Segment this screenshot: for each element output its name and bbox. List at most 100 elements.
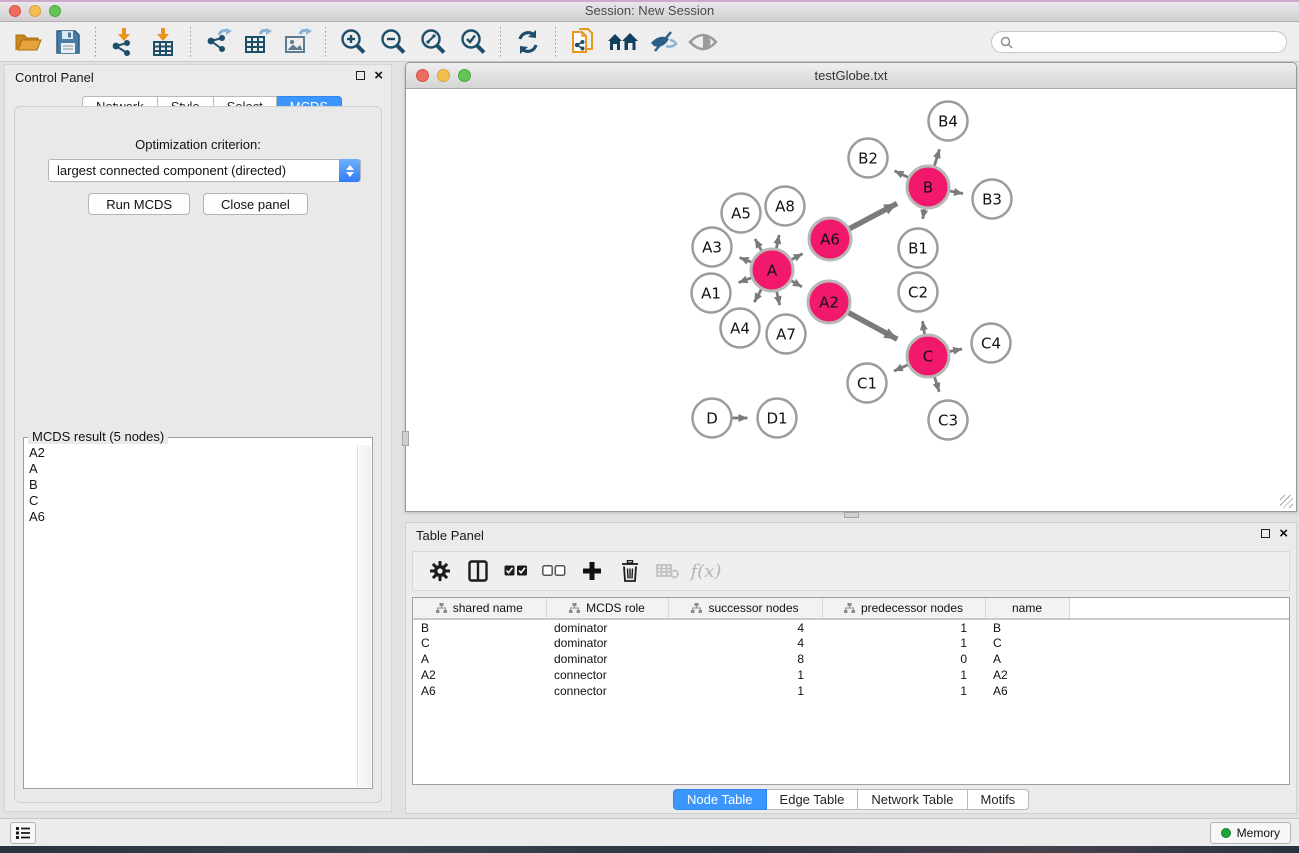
graph-node-C2[interactable]: C2 <box>899 273 938 312</box>
graph-edge-C-C3[interactable] <box>935 377 940 392</box>
graph-node-B2[interactable]: B2 <box>849 139 888 178</box>
graph-node-A[interactable]: A <box>751 249 793 291</box>
graph-node-A1[interactable]: A1 <box>692 274 731 313</box>
search-input[interactable] <box>991 31 1287 53</box>
vizmapper-button[interactable] <box>643 26 683 58</box>
resize-grip[interactable] <box>1280 495 1293 508</box>
graph-edge-A-A6[interactable] <box>791 254 802 260</box>
graph-edge-A-A3[interactable] <box>740 258 752 263</box>
graph-node-B1[interactable]: B1 <box>899 229 938 268</box>
zoom-fit-button[interactable] <box>413 26 453 58</box>
mcds-result-item[interactable]: A2 <box>25 445 357 461</box>
graph-edge-C-C4[interactable] <box>950 349 963 352</box>
frame-left-handle[interactable] <box>402 431 409 446</box>
graph-edge-A-A2[interactable] <box>791 281 802 287</box>
column-header-successor-nodes[interactable]: successor nodes <box>668 598 822 619</box>
mcds-result-item[interactable]: C <box>25 493 357 509</box>
graph-edge-A-A5[interactable] <box>755 239 761 251</box>
graph-edge-A2-C[interactable] <box>848 313 897 340</box>
network-window-titlebar[interactable]: testGlobe.txt <box>406 63 1296 89</box>
graph-edge-B-B1[interactable] <box>923 209 925 219</box>
export-table-button[interactable] <box>238 26 278 58</box>
table-row[interactable]: Bdominator41B <box>413 619 1289 635</box>
zoom-selected-button[interactable] <box>453 26 493 58</box>
tab-motifs[interactable]: Motifs <box>968 789 1030 810</box>
memory-button[interactable]: Memory <box>1210 822 1291 844</box>
table-row[interactable]: A6connector11A6 <box>413 683 1289 699</box>
export-image-button[interactable] <box>278 26 318 58</box>
graph-edge-B-B4[interactable] <box>934 149 939 166</box>
zoom-out-button[interactable] <box>373 26 413 58</box>
graph-node-D[interactable]: D <box>693 399 732 438</box>
show-columns-button[interactable] <box>461 555 495 587</box>
graph-node-C4[interactable]: C4 <box>972 324 1011 363</box>
import-network-button[interactable] <box>103 26 143 58</box>
graph-edge-A-A8[interactable] <box>776 235 779 249</box>
show-details-button[interactable] <box>683 26 723 58</box>
table-row[interactable]: Cdominator41C <box>413 635 1289 651</box>
float-panel-icon[interactable] <box>356 71 365 80</box>
network-file-button[interactable] <box>563 26 603 58</box>
graph-node-A7[interactable]: A7 <box>767 315 806 354</box>
graph-node-C3[interactable]: C3 <box>929 401 968 440</box>
automation-panel-button[interactable] <box>10 822 36 844</box>
export-network-button[interactable] <box>198 26 238 58</box>
refresh-button[interactable] <box>508 26 548 58</box>
save-session-button[interactable] <box>48 26 88 58</box>
close-panel-icon[interactable]: × <box>374 70 383 81</box>
mcds-result-item[interactable]: A <box>25 461 357 477</box>
graph-edge-B-B3[interactable] <box>950 191 963 194</box>
column-header-name[interactable]: name <box>985 598 1069 619</box>
graph-node-B3[interactable]: B3 <box>973 180 1012 219</box>
graph-node-B4[interactable]: B4 <box>929 102 968 141</box>
graph-node-D1[interactable]: D1 <box>758 399 797 438</box>
mcds-result-item[interactable]: A6 <box>25 509 357 525</box>
checked-boxes-icon <box>504 565 528 577</box>
graph-node-A2[interactable]: A2 <box>808 281 850 323</box>
delete-table-button-disabled[interactable] <box>651 555 685 587</box>
graph-node-B[interactable]: B <box>907 166 949 208</box>
home-button[interactable] <box>603 26 643 58</box>
table-row[interactable]: A2connector11A2 <box>413 667 1289 683</box>
network-canvas[interactable]: B4 B2 B B3 A8A5 A6 A3 B1 A C2 A1 A2 A4A7 C4 C C1 C3 D D1 <box>408 89 1294 509</box>
close-panel-icon[interactable]: × <box>1279 528 1288 539</box>
graph-node-A8[interactable]: A8 <box>766 187 805 226</box>
function-builder-button-disabled[interactable]: f(x) <box>689 555 723 587</box>
graph-node-A5[interactable]: A5 <box>722 194 761 233</box>
graph-node-A4[interactable]: A4 <box>721 309 760 348</box>
graph-node-A3[interactable]: A3 <box>693 228 732 267</box>
graph-edge-C-C2[interactable] <box>923 321 925 334</box>
graph-edge-A-A4[interactable] <box>754 289 761 302</box>
frame-bottom-handle[interactable] <box>844 512 859 518</box>
table-row[interactable]: Adominator80A <box>413 651 1289 667</box>
graph-node-C[interactable]: C <box>907 335 949 377</box>
open-file-button[interactable] <box>8 26 48 58</box>
add-column-button[interactable] <box>575 555 609 587</box>
run-mcds-button[interactable]: Run MCDS <box>88 193 190 215</box>
column-header-shared-name[interactable]: shared name <box>413 598 546 619</box>
tab-node-table[interactable]: Node Table <box>673 789 767 810</box>
graph-node-C1[interactable]: C1 <box>848 364 887 403</box>
tab-edge-table[interactable]: Edge Table <box>767 789 859 810</box>
import-table-button[interactable] <box>143 26 183 58</box>
select-all-button[interactable] <box>499 555 533 587</box>
mcds-result-item[interactable]: B <box>25 477 357 493</box>
graph-edge-A-A1[interactable] <box>739 278 752 283</box>
close-panel-button[interactable]: Close panel <box>203 193 308 215</box>
delete-column-button[interactable] <box>613 555 647 587</box>
deselect-all-button[interactable] <box>537 555 571 587</box>
column-header-MCDS-role[interactable]: MCDS role <box>546 598 668 619</box>
graph-edge-C-C1[interactable] <box>894 365 908 371</box>
criterion-select[interactable]: largest connected component (directed) <box>48 159 361 182</box>
table-settings-button[interactable] <box>423 555 457 587</box>
column-header-predecessor-nodes[interactable]: predecessor nodes <box>822 598 985 619</box>
float-panel-icon[interactable] <box>1261 529 1270 538</box>
zoom-in-button[interactable] <box>333 26 373 58</box>
memory-label: Memory <box>1237 826 1280 840</box>
graph-edge-B-B2[interactable] <box>895 171 909 178</box>
tab-network-table[interactable]: Network Table <box>858 789 967 810</box>
mcds-list-scrollbar[interactable] <box>357 445 371 787</box>
graph-node-A6[interactable]: A6 <box>809 218 851 260</box>
graph-edge-A6-B[interactable] <box>849 203 897 228</box>
graph-edge-A-A7[interactable] <box>777 291 780 305</box>
